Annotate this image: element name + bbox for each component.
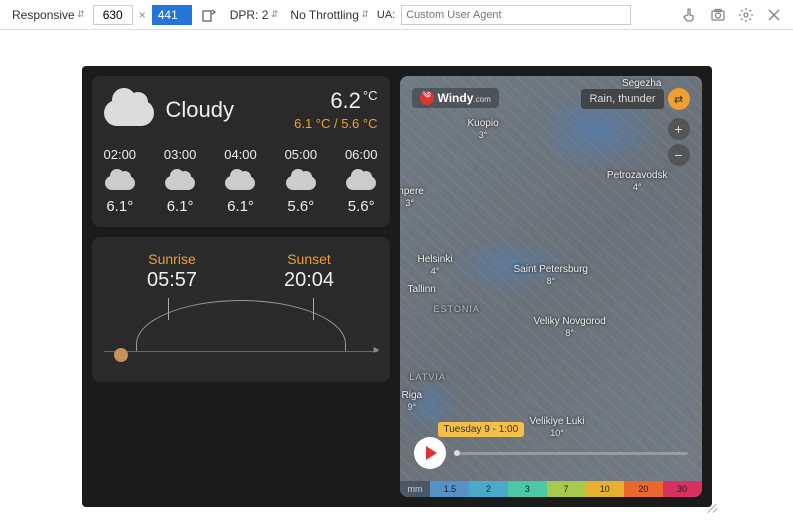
windy-icon: ༄ xyxy=(420,91,434,105)
cloud-icon xyxy=(346,170,376,190)
current-weather-card: Cloudy 6.2°C 6.1 °C / 5.6 °C 02:006.1° 0… xyxy=(92,76,390,227)
app-frame: Cloudy 6.2°C 6.1 °C / 5.6 °C 02:006.1° 0… xyxy=(82,66,712,507)
hour-item: 06:005.6° xyxy=(345,147,378,215)
country-label: LATVIA xyxy=(410,372,446,382)
sunset-label: Sunset xyxy=(284,251,334,267)
hour-item: 05:005.6° xyxy=(285,147,318,215)
hour-item: 03:006.1° xyxy=(164,147,197,215)
cloud-icon xyxy=(286,170,316,190)
country-label: ESTONIA xyxy=(434,304,480,314)
device-viewport: Cloudy 6.2°C 6.1 °C / 5.6 °C 02:006.1° 0… xyxy=(0,30,793,532)
cloud-icon xyxy=(165,170,195,190)
hour-item: 02:006.1° xyxy=(104,147,137,215)
city-label: Segezha xyxy=(622,78,661,90)
height-input[interactable] xyxy=(152,5,192,25)
close-icon[interactable] xyxy=(763,4,785,26)
city-label: mpere3° xyxy=(400,186,424,210)
ua-label: UA: xyxy=(377,9,395,21)
city-label: Tallinn xyxy=(408,284,436,296)
sun-card: Sunrise 05:57 Sunset 20:04 ▸ xyxy=(92,237,390,382)
dimension-separator: × xyxy=(139,8,146,22)
sunrise-label: Sunrise xyxy=(147,251,197,267)
cloud-icon xyxy=(105,170,135,190)
zoom-out-button[interactable]: − xyxy=(668,144,690,166)
city-label: Kuopio3° xyxy=(468,118,499,142)
city-label: Veliky Novgorod8° xyxy=(534,316,606,340)
play-button[interactable] xyxy=(414,437,446,469)
throttling-select[interactable]: No Throttling xyxy=(286,6,370,24)
hour-item: 04:006.1° xyxy=(224,147,257,215)
windy-logo[interactable]: ༄ Windy.com xyxy=(412,88,499,108)
ua-input[interactable] xyxy=(401,5,631,25)
dpr-select[interactable]: DPR: 2 xyxy=(226,6,281,24)
sun-arc: ▸ xyxy=(104,298,378,364)
zoom-in-button[interactable]: + xyxy=(668,118,690,140)
city-label: Petrozavodsk4° xyxy=(607,170,668,194)
settings-icon[interactable] xyxy=(735,4,757,26)
cloud-icon xyxy=(225,170,255,190)
weather-map[interactable]: ༄ Windy.com Rain, thunder ⇄ + − Segezha … xyxy=(400,76,702,497)
sunrise-time: 05:57 xyxy=(147,269,197,292)
device-mode-select[interactable]: Responsive xyxy=(8,6,87,24)
width-input[interactable] xyxy=(93,5,133,25)
touch-icon[interactable] xyxy=(679,4,701,26)
city-label: Helsinki4° xyxy=(418,254,453,278)
layer-toggle-icon[interactable]: ⇄ xyxy=(668,88,690,110)
layer-label[interactable]: Rain, thunder xyxy=(581,89,663,109)
condition-text: Cloudy xyxy=(166,97,234,123)
resize-handle-icon[interactable] xyxy=(704,499,718,513)
devtools-toolbar: Responsive × DPR: 2 No Throttling UA: xyxy=(0,0,793,30)
timeline-slider[interactable] xyxy=(454,452,688,455)
sun-position-icon xyxy=(114,348,128,362)
city-label: Riga9° xyxy=(402,390,423,414)
sunset-time: 20:04 xyxy=(284,269,334,292)
rotate-icon[interactable] xyxy=(198,5,220,25)
timeline-label: Tuesday 9 - 1:00 xyxy=(438,422,525,437)
temp-range: 6.1 °C / 5.6 °C xyxy=(294,116,377,131)
temp-unit: °C xyxy=(363,88,378,103)
screenshot-icon[interactable] xyxy=(707,4,729,26)
hourly-forecast: 02:006.1° 03:006.1° 04:006.1° 05:005.6° … xyxy=(104,147,378,215)
current-temp: 6.2 xyxy=(330,88,361,113)
city-label: Saint Petersburg8° xyxy=(514,264,589,288)
color-scale: mm 1.5 2 3 7 10 20 30 xyxy=(400,481,702,497)
cloud-icon xyxy=(104,90,154,130)
